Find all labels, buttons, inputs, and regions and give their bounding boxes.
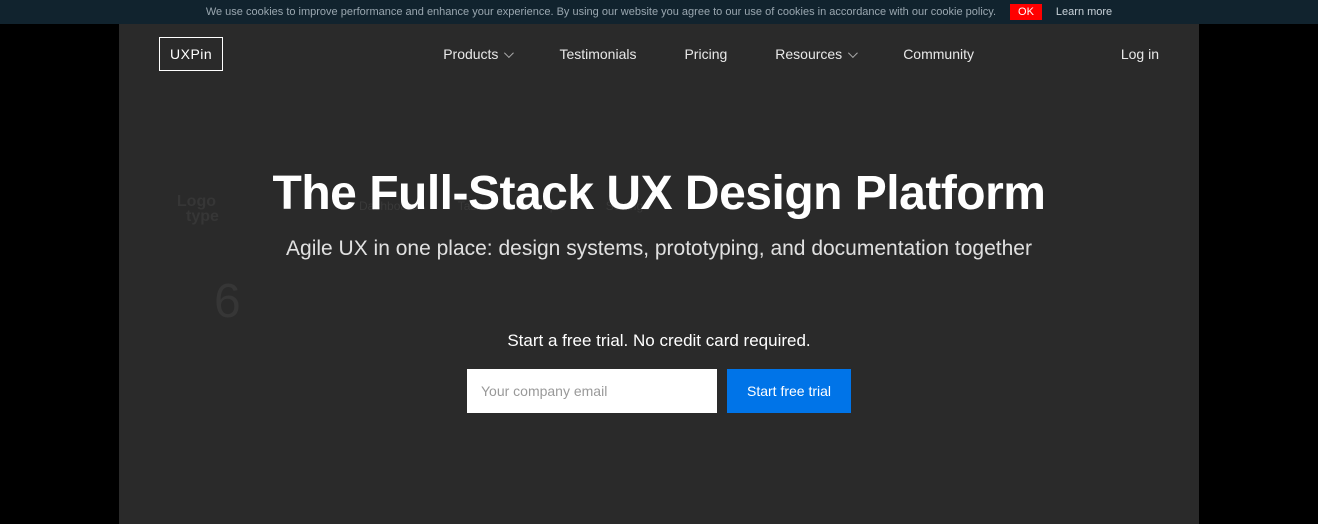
login-link[interactable]: Log in	[1121, 46, 1159, 62]
hero: Logo type 6 Dashboard Tasks People Setti…	[119, 24, 1199, 524]
trial-label: Start a free trial. No credit card requi…	[273, 331, 1046, 351]
main-nav: Products Testimonials Pricing Resources …	[443, 46, 974, 62]
email-input[interactable]	[467, 369, 717, 413]
bg-logo-line2: type	[186, 209, 219, 224]
cookie-ok-button[interactable]: OK	[1010, 4, 1042, 20]
cookie-text: We use cookies to improve performance an…	[206, 6, 996, 18]
nav-resources[interactable]: Resources	[775, 46, 855, 62]
nav-resources-label: Resources	[775, 46, 842, 62]
nav-testimonials[interactable]: Testimonials	[559, 46, 636, 62]
header: UXPin Products Testimonials Pricing Reso…	[119, 24, 1199, 84]
bg-logo-text: Logo type	[174, 194, 219, 224]
logo[interactable]: UXPin	[159, 37, 223, 71]
bg-logo-line1: Logo	[174, 194, 219, 209]
cookie-learn-more-link[interactable]: Learn more	[1056, 6, 1112, 18]
trial-form: Start free trial	[273, 369, 1046, 413]
nav-products-label: Products	[443, 46, 498, 62]
hero-subtitle: Agile UX in one place: design systems, p…	[273, 237, 1046, 261]
cookie-bar: We use cookies to improve performance an…	[0, 0, 1318, 24]
chevron-down-icon	[504, 48, 514, 58]
hero-content: The Full-Stack UX Design Platform Agile …	[273, 166, 1046, 413]
bg-number: 6	[214, 274, 241, 329]
nav-pricing[interactable]: Pricing	[684, 46, 727, 62]
nav-products[interactable]: Products	[443, 46, 511, 62]
chevron-down-icon	[848, 48, 858, 58]
main-container: UXPin Products Testimonials Pricing Reso…	[119, 24, 1199, 524]
start-free-trial-button[interactable]: Start free trial	[727, 369, 851, 413]
hero-title: The Full-Stack UX Design Platform	[273, 166, 1046, 221]
nav-community[interactable]: Community	[903, 46, 974, 62]
